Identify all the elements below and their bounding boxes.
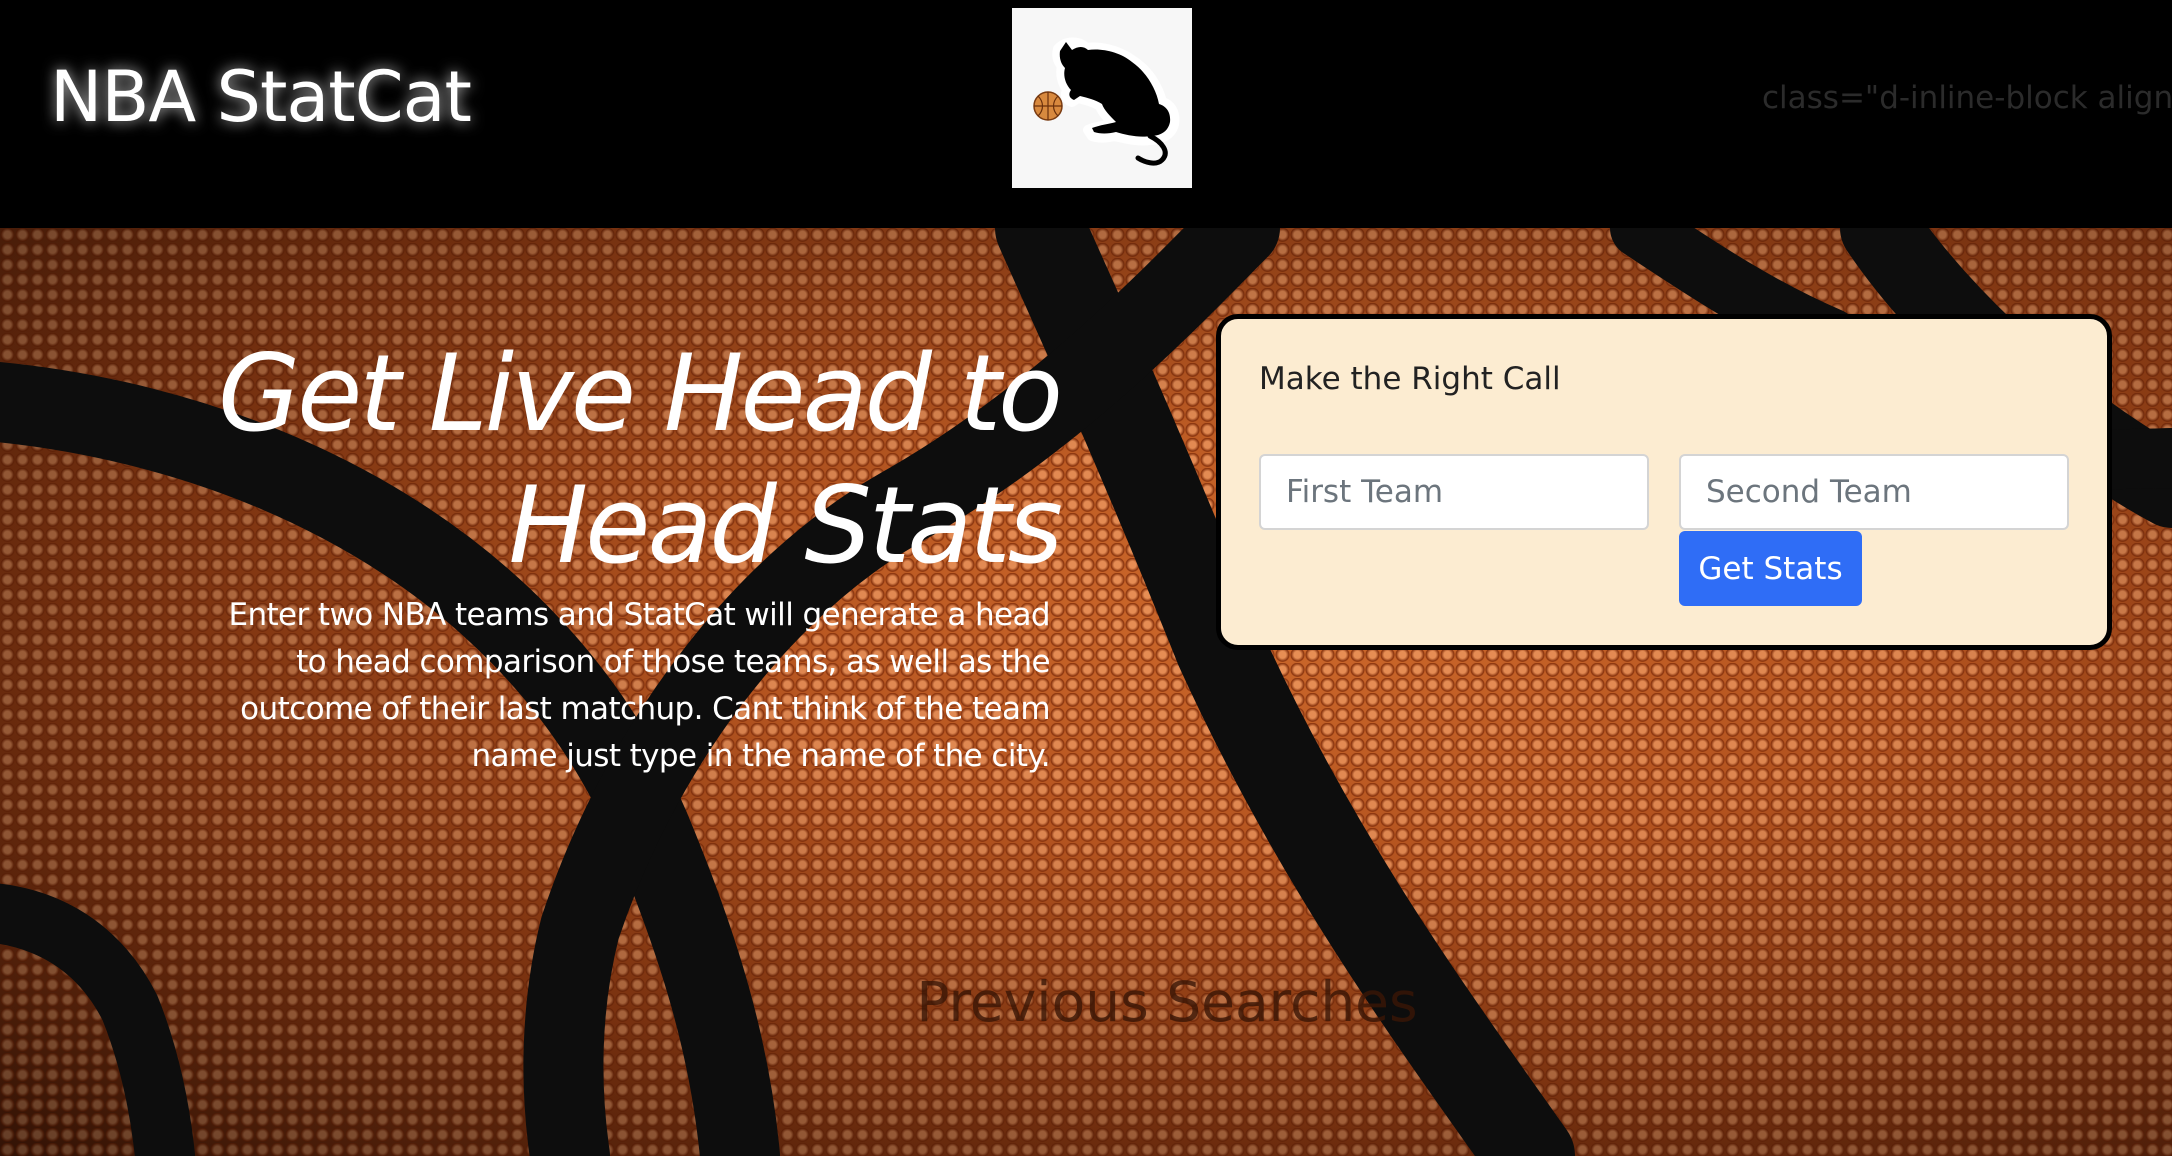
stray-markup-text: class="d-inline-block align-tex xyxy=(1762,80,2172,116)
hero-description: Enter two NBA teams and StatCat will gen… xyxy=(228,597,1050,774)
cat-basketball-icon xyxy=(1033,37,1180,166)
cat-logo-icon[interactable] xyxy=(1012,8,1192,188)
second-team-input[interactable] xyxy=(1679,454,2069,530)
hero-heading-line2: Head Stats xyxy=(508,464,1063,587)
search-card-title: Make the Right Call xyxy=(1259,361,1561,397)
hero-section: Get Live Head to Head Stats Enter two NB… xyxy=(0,228,2172,1156)
hero-heading-line1: Get Live Head to xyxy=(217,332,1063,455)
search-card: Make the Right Call Get Stats xyxy=(1216,314,2112,650)
header: NBA StatCat class="d-inline-block align-… xyxy=(0,0,2172,228)
get-stats-button[interactable]: Get Stats xyxy=(1679,531,1862,606)
site-title[interactable]: NBA StatCat xyxy=(50,56,472,138)
hero-heading: Get Live Head to Head Stats xyxy=(160,328,1063,592)
previous-searches-heading: Previous Searches xyxy=(916,970,1418,1034)
first-team-input[interactable] xyxy=(1259,454,1649,530)
